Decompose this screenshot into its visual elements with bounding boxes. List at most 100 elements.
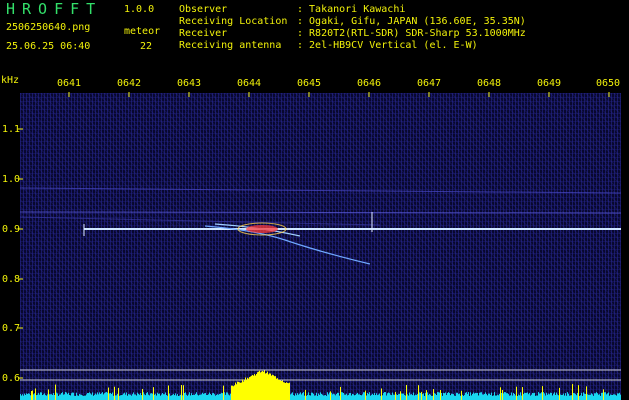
level-bar bbox=[165, 392, 166, 400]
level-bar bbox=[426, 390, 427, 400]
level-bar bbox=[409, 392, 410, 400]
level-bar bbox=[291, 393, 292, 400]
level-bar bbox=[166, 395, 167, 400]
level-bar bbox=[35, 388, 36, 400]
level-bar bbox=[421, 391, 422, 400]
level-bar bbox=[517, 395, 518, 400]
level-bar bbox=[143, 392, 144, 400]
level-bar bbox=[173, 393, 174, 400]
level-bar bbox=[611, 394, 612, 400]
level-bar bbox=[93, 395, 94, 400]
level-bar bbox=[271, 375, 272, 400]
level-bar bbox=[89, 392, 90, 400]
level-bar bbox=[440, 390, 441, 400]
level-bar bbox=[566, 395, 567, 400]
level-bar bbox=[105, 392, 106, 400]
level-bar bbox=[447, 393, 448, 400]
level-bar bbox=[107, 392, 108, 400]
level-bar bbox=[583, 392, 584, 400]
level-bar bbox=[534, 392, 535, 400]
level-bar bbox=[249, 377, 250, 400]
level-bar bbox=[506, 393, 507, 400]
level-bar bbox=[30, 395, 31, 400]
level-bar bbox=[410, 394, 411, 400]
level-bar bbox=[338, 392, 339, 400]
level-bar bbox=[207, 394, 208, 400]
level-bar bbox=[452, 393, 453, 400]
level-bar bbox=[69, 394, 70, 400]
level-bar bbox=[133, 392, 134, 400]
level-bar bbox=[530, 395, 531, 400]
level-bar bbox=[372, 393, 373, 400]
level-bar bbox=[234, 385, 235, 400]
level-bar bbox=[84, 395, 85, 400]
level-bar bbox=[523, 394, 524, 400]
level-bar bbox=[581, 392, 582, 400]
level-bar bbox=[94, 394, 95, 400]
level-bar bbox=[185, 392, 186, 400]
level-bar bbox=[49, 394, 50, 400]
level-bar bbox=[617, 393, 618, 400]
level-bar bbox=[211, 395, 212, 400]
level-bar bbox=[151, 393, 152, 400]
level-bar bbox=[391, 395, 392, 400]
level-bar bbox=[300, 392, 301, 400]
level-bar bbox=[327, 392, 328, 400]
level-bar bbox=[559, 387, 560, 400]
level-bar bbox=[28, 393, 29, 400]
level-bar bbox=[612, 394, 613, 400]
level-bar bbox=[417, 394, 418, 400]
level-bar bbox=[236, 384, 237, 400]
level-bar bbox=[604, 392, 605, 400]
level-bar bbox=[332, 394, 333, 400]
level-bar bbox=[87, 392, 88, 400]
level-bar bbox=[471, 395, 472, 400]
level-bar bbox=[456, 392, 457, 400]
level-bar bbox=[101, 393, 102, 400]
level-bar bbox=[270, 373, 271, 400]
level-bar bbox=[608, 392, 609, 400]
level-bar bbox=[38, 392, 39, 400]
level-bar bbox=[74, 395, 75, 400]
level-bar bbox=[294, 395, 295, 400]
level-bar bbox=[250, 376, 251, 400]
level-bar bbox=[217, 394, 218, 400]
level-bar bbox=[315, 395, 316, 400]
level-bar bbox=[430, 394, 431, 400]
level-bar bbox=[473, 392, 474, 400]
level-bar bbox=[386, 395, 387, 400]
level-bar bbox=[560, 394, 561, 400]
level-bar bbox=[158, 393, 159, 400]
level-bar bbox=[169, 393, 170, 400]
level-bar bbox=[292, 392, 293, 400]
level-bar bbox=[570, 395, 571, 400]
level-bar bbox=[418, 385, 419, 400]
level-bar bbox=[190, 395, 191, 400]
level-bar bbox=[45, 395, 46, 400]
level-bar bbox=[321, 393, 322, 400]
level-bar bbox=[342, 392, 343, 400]
level-bar bbox=[252, 374, 253, 400]
level-bar bbox=[432, 395, 433, 400]
level-bar bbox=[515, 395, 516, 400]
level-bar bbox=[62, 392, 63, 400]
level-bar bbox=[601, 392, 602, 400]
level-bar bbox=[186, 394, 187, 400]
level-bar bbox=[438, 392, 439, 400]
level-bar bbox=[318, 393, 319, 400]
level-bar bbox=[408, 395, 409, 400]
level-bar bbox=[547, 394, 548, 400]
level-bar bbox=[433, 389, 434, 400]
level-bar bbox=[251, 375, 252, 400]
level-bar bbox=[549, 394, 550, 400]
level-bar bbox=[109, 393, 110, 400]
level-bar bbox=[167, 395, 168, 400]
level-bar bbox=[85, 395, 86, 400]
faint-trace-upper bbox=[19, 187, 622, 194]
level-bar bbox=[131, 395, 132, 400]
level-bar bbox=[537, 395, 538, 400]
level-bar bbox=[493, 395, 494, 400]
level-bar bbox=[333, 393, 334, 400]
level-bar bbox=[424, 395, 425, 400]
level-bar bbox=[370, 395, 371, 400]
